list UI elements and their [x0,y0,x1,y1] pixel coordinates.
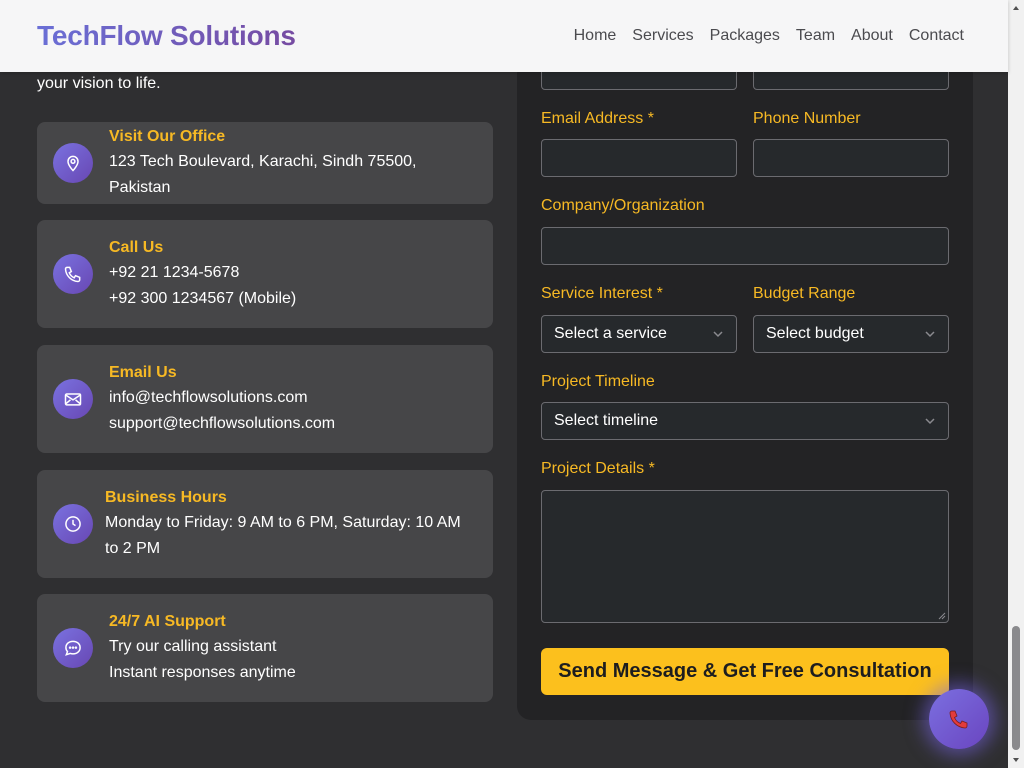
nav-team[interactable]: Team [796,27,835,45]
email-title: Email Us [109,364,177,381]
timeline-select[interactable]: Select timeline [541,402,949,440]
call-card: Call Us +92 21 1234-5678 +92 300 1234567… [37,220,493,328]
page-scrollbar[interactable] [1008,0,1024,768]
nav-about[interactable]: About [851,27,893,45]
scroll-up-icon[interactable] [1012,4,1020,12]
ai-support-title: 24/7 AI Support [109,613,226,630]
details-label: Project Details * [541,460,655,477]
phone-icon [949,710,968,729]
timeline-label: Project Timeline [541,373,655,390]
service-select[interactable]: Select a service [541,315,737,353]
phone-mobile[interactable]: +92 300 1234567 (Mobile) [109,286,296,312]
phone-label: Phone Number [753,110,861,127]
office-address: 123 Tech Boulevard, Karachi, Sindh 75500… [109,153,417,196]
intro-text: your vision to life. [37,75,161,92]
chevron-down-icon [713,331,723,338]
scroll-down-icon[interactable] [1012,756,1020,764]
email-input[interactable] [541,139,737,177]
office-title: Visit Our Office [109,128,226,145]
ai-support-line-2: Instant responses anytime [109,664,296,681]
hours-title: Business Hours [105,489,227,506]
email-label: Email Address * [541,110,654,127]
hours-card: Business Hours Monday to Friday: 9 AM to… [37,470,493,578]
company-input[interactable] [541,227,949,265]
email-info[interactable]: info@techflowsolutions.com [109,385,335,411]
brand-logo[interactable]: TechFlow Solutions [37,20,296,52]
submit-button[interactable]: Send Message & Get Free Consultation [541,648,949,695]
budget-select[interactable]: Select budget [753,315,949,353]
nav-packages[interactable]: Packages [710,27,780,45]
nav-services[interactable]: Services [632,27,693,45]
call-assistant-button[interactable] [929,689,989,749]
phone-input[interactable] [753,139,949,177]
service-select-value: Select a service [554,325,667,342]
location-pin-icon [53,143,93,183]
clock-icon [53,504,93,544]
details-textarea[interactable] [541,490,949,623]
budget-label: Budget Range [753,285,856,302]
ai-support-card[interactable]: 24/7 AI Support Try our calling assistan… [37,594,493,702]
envelope-icon [53,379,93,419]
company-label: Company/Organization [541,197,705,214]
ai-support-line-1: Try our calling assistant [109,638,277,655]
chevron-down-icon [925,331,935,338]
hours-line-2: to 2 PM [105,540,161,557]
nav-contact[interactable]: Contact [909,27,964,45]
chat-bubble-icon [53,628,93,668]
site-header: TechFlow Solutions Home Services Package… [0,0,1008,72]
phone-icon [53,254,93,294]
timeline-select-value: Select timeline [554,412,659,429]
resize-handle-icon[interactable] [938,612,946,620]
call-title: Call Us [109,239,164,256]
hours-line-1: Monday to Friday: 9 AM to 6 PM, Saturday… [105,514,461,531]
service-label: Service Interest * [541,285,663,302]
office-card: Visit Our Office 123 Tech Boulevard, Kar… [37,122,493,204]
email-card: Email Us info@techflowsolutions.com supp… [37,345,493,453]
scrollbar-thumb[interactable] [1012,626,1020,750]
chevron-down-icon [925,418,935,425]
nav-home[interactable]: Home [574,27,617,45]
budget-select-value: Select budget [766,325,864,342]
email-support[interactable]: support@techflowsolutions.com [109,411,335,437]
main-nav: Home Services Packages Team About Contac… [574,27,964,45]
phone-landline[interactable]: +92 21 1234-5678 [109,260,296,286]
